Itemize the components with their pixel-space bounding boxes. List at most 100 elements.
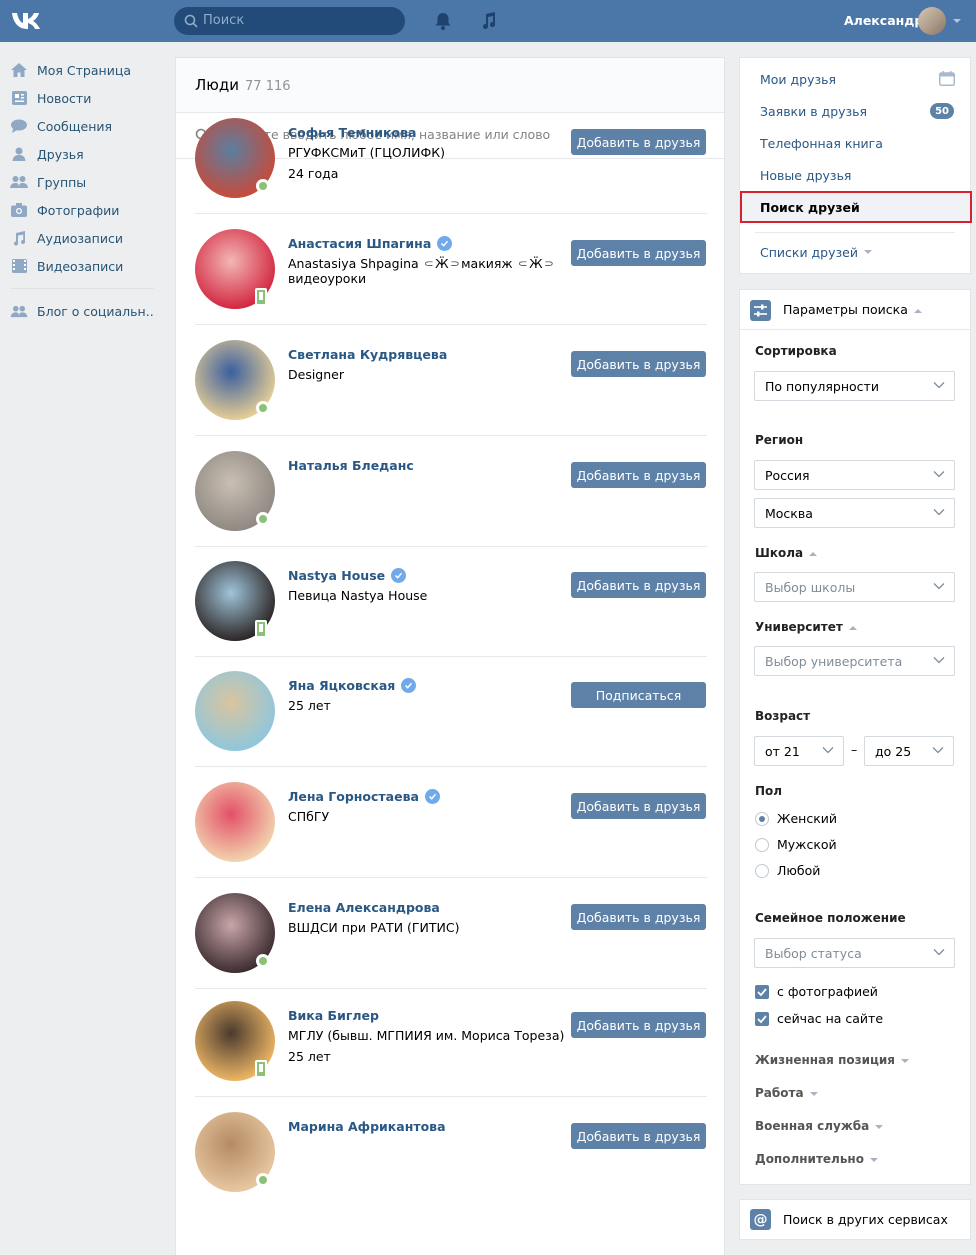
person-name[interactable]: Лена Горностаева (288, 789, 419, 804)
with-photo-checkbox[interactable] (755, 985, 769, 999)
sort-select[interactable]: По популярности (754, 371, 955, 401)
life-position-toggle[interactable]: Жизненная позиция (755, 1053, 909, 1067)
checkmark-icon (757, 988, 767, 997)
person-name-link[interactable]: Яна Яцковская (288, 678, 417, 693)
add-friend-button[interactable]: Добавить в друзья (571, 129, 706, 155)
person-name[interactable]: Вика Биглер (288, 1008, 379, 1023)
person-name-link[interactable]: Вика Биглер (288, 1008, 379, 1023)
sidebar-item-messages[interactable]: Сообщения (0, 112, 160, 140)
sidebar-item-my-page[interactable]: Моя Страница (0, 56, 160, 84)
sidebar-item-audio[interactable]: Аудиозаписи (0, 224, 160, 252)
person-name-link[interactable]: Софья Темникова (288, 125, 416, 140)
verified-check-icon (391, 568, 407, 583)
person-name-link[interactable]: Елена Александрова (288, 900, 440, 915)
add-friend-button[interactable]: Добавить в друзья (571, 462, 706, 488)
menu-item-friend-lists[interactable]: Списки друзей (740, 236, 970, 268)
sidebar-item-groups[interactable]: Группы (0, 168, 160, 196)
user-menu-chevron-down-icon[interactable] (953, 19, 961, 23)
add-friend-button[interactable]: Добавить в друзья (571, 1123, 706, 1149)
menu-item-find-friends[interactable]: Поиск друзей (740, 191, 972, 223)
person-age: 25 лет (288, 1049, 331, 1064)
chevron-down-icon (933, 949, 945, 956)
sex-male-label[interactable]: Мужской (777, 837, 837, 852)
family-status-label: Семейное положение (755, 911, 906, 925)
country-select[interactable]: Россия (754, 460, 955, 490)
add-friend-button[interactable]: Добавить в друзья (571, 793, 706, 819)
sidebar-item-label: Видеозаписи (37, 258, 124, 274)
page-title: Люди (195, 76, 240, 94)
online-indicator (256, 1173, 270, 1187)
sidebar-item-video[interactable]: Видеозаписи (0, 252, 160, 280)
menu-item-phone-book[interactable]: Телефонная книга (740, 127, 970, 159)
person-name[interactable]: Марина Африкантова (288, 1119, 446, 1134)
person-name[interactable]: Светлана Кудрявцева (288, 347, 447, 362)
sex-any-radio[interactable] (755, 864, 769, 878)
group-icon (10, 303, 28, 319)
person-name-link[interactable]: Наталья Бледанс (288, 458, 414, 473)
chevron-down-icon (822, 747, 834, 754)
calendar-icon[interactable] (939, 71, 955, 86)
music-player-icon[interactable] (479, 11, 499, 31)
person-name[interactable]: Nastya House (288, 568, 385, 583)
sidebar-item-blog-group[interactable]: Блог о социальн.. (0, 297, 160, 325)
sidebar-item-label: Блог о социальн.. (37, 303, 154, 319)
menu-item-my-friends[interactable]: Мои друзья (740, 63, 970, 95)
sex-male-radio[interactable] (755, 838, 769, 852)
chevron-down-icon (901, 1058, 909, 1063)
header-user-name[interactable]: Александр (844, 13, 923, 28)
vk-logo-icon[interactable] (10, 9, 44, 33)
school-select[interactable]: Выбор школы (754, 572, 955, 602)
sex-any-label[interactable]: Любой (777, 863, 820, 878)
person-info: МГЛУ (бывш. МГПИИЯ им. Мориса Тореза) (288, 1028, 565, 1043)
people-count: 77 116 (245, 79, 291, 94)
header-search[interactable]: Поиск (174, 7, 405, 35)
family-status-select[interactable]: Выбор статуса (754, 938, 955, 968)
age-to-select[interactable]: до 25 (864, 736, 954, 766)
add-friend-button[interactable]: Добавить в друзья (571, 351, 706, 377)
search-other-services[interactable]: @ Поиск в других сервисах (739, 1199, 971, 1240)
sidebar-divider (10, 288, 154, 289)
person-name[interactable]: Яна Яцковская (288, 678, 395, 693)
age-from-select[interactable]: от 21 (754, 736, 844, 766)
chevron-down-icon (933, 382, 945, 389)
online-now-checkbox[interactable] (755, 1012, 769, 1026)
add-friend-button[interactable]: Добавить в друзья (571, 240, 706, 266)
header-user-avatar[interactable] (918, 7, 946, 35)
person-avatar[interactable] (195, 782, 275, 862)
person-name[interactable]: Елена Александрова (288, 900, 440, 915)
menu-item-new-friends[interactable]: Новые друзья (740, 159, 970, 191)
online-now-label[interactable]: сейчас на сайте (777, 1011, 883, 1026)
person-name-link[interactable]: Анастасия Шпагина (288, 236, 453, 251)
sidebar-item-friends[interactable]: Друзья (0, 140, 160, 168)
city-select[interactable]: Москва (754, 498, 955, 528)
person-name-link[interactable]: Лена Горностаева (288, 789, 440, 804)
additional-toggle[interactable]: Дополнительно (755, 1152, 878, 1166)
menu-item-friend-requests[interactable]: Заявки в друзья 50 (740, 95, 970, 127)
school-label[interactable]: Школа (755, 546, 818, 560)
search-params-header[interactable]: Параметры поиска (740, 290, 970, 330)
sex-female-radio[interactable] (755, 812, 769, 826)
military-toggle[interactable]: Военная служба (755, 1119, 884, 1133)
add-friend-button[interactable]: Добавить в друзья (571, 1012, 706, 1038)
person-name[interactable]: Софья Темникова (288, 125, 416, 140)
university-select[interactable]: Выбор университета (754, 646, 955, 676)
notifications-bell-icon[interactable] (433, 11, 453, 31)
sidebar-item-photos[interactable]: Фотографии (0, 196, 160, 224)
sliders-icon (750, 300, 771, 321)
subscribe-button[interactable]: Подписаться (571, 682, 706, 708)
person-avatar[interactable] (195, 671, 275, 751)
person-name-link[interactable]: Светлана Кудрявцева (288, 347, 447, 362)
with-photo-label[interactable]: с фотографией (777, 984, 878, 999)
university-label[interactable]: Университет (755, 620, 857, 634)
person-name-link[interactable]: Nastya House (288, 568, 407, 583)
work-toggle[interactable]: Работа (755, 1086, 818, 1100)
person-name[interactable]: Анастасия Шпагина (288, 236, 431, 251)
add-friend-button[interactable]: Добавить в друзья (571, 904, 706, 930)
sex-female-label[interactable]: Женский (777, 811, 837, 826)
add-friend-button[interactable]: Добавить в друзья (571, 572, 706, 598)
chevron-down-icon (933, 471, 945, 478)
online-indicator (256, 954, 270, 968)
person-name[interactable]: Наталья Бледанс (288, 458, 414, 473)
person-name-link[interactable]: Марина Африкантова (288, 1119, 446, 1134)
sidebar-item-news[interactable]: Новости (0, 84, 160, 112)
